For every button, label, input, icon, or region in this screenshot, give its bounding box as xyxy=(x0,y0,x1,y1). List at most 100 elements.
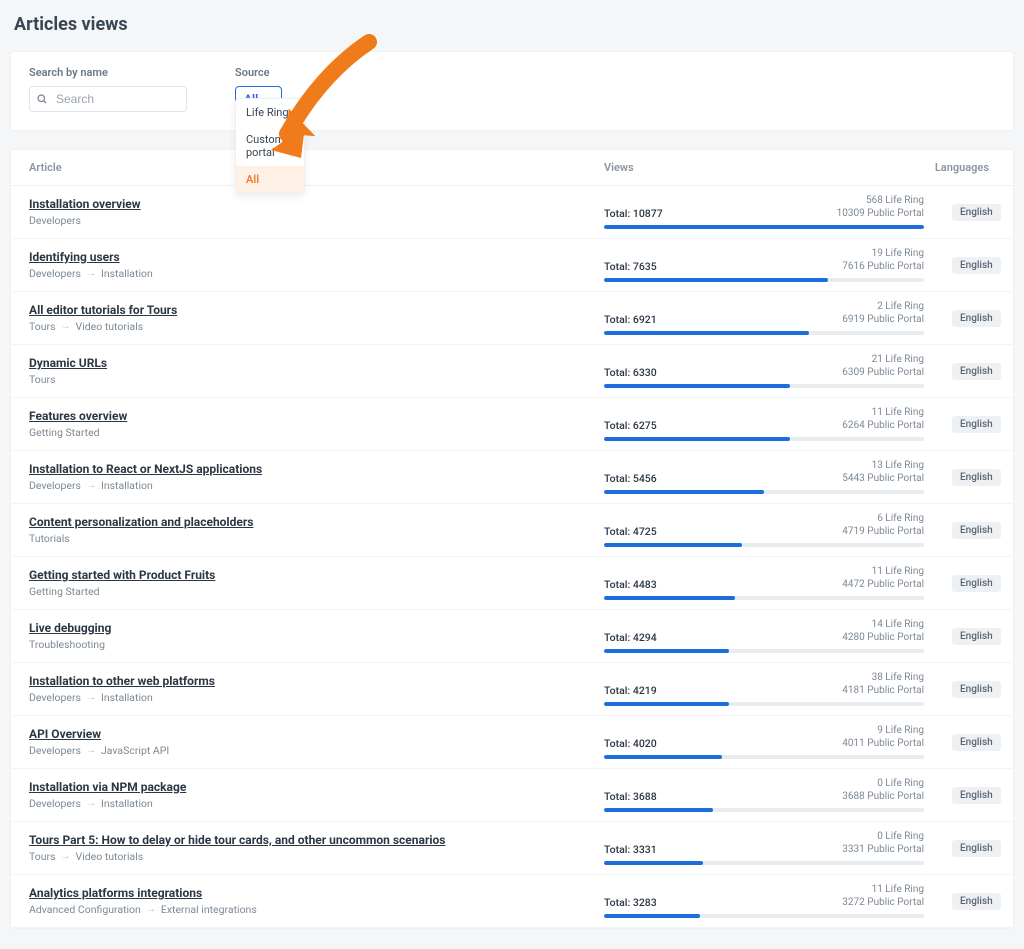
table-row: Installation overview Developers Total: 10… xyxy=(11,186,1013,239)
breadcrumb-segment: Installation xyxy=(101,267,153,280)
source-dropdown: Life Ring Customer portal All xyxy=(235,98,305,194)
chevron-right-icon: → xyxy=(86,692,96,703)
table-row: Analytics platforms integrationsAdvanced… xyxy=(11,875,1013,928)
language-cell: English xyxy=(924,734,1007,751)
language-tag[interactable]: English xyxy=(952,204,1001,221)
views-cell: Total: 6921 2 Life Ring6919 Public Portal xyxy=(604,301,924,335)
views-total: Total: 6330 xyxy=(604,366,657,379)
views-breakdown: 2 Life Ring6919 Public Portal xyxy=(842,301,924,326)
breadcrumb-segment: Developers xyxy=(29,267,81,280)
language-tag[interactable]: English xyxy=(952,575,1001,592)
language-tag[interactable]: English xyxy=(952,840,1001,857)
breadcrumb-segment: Developers xyxy=(29,214,81,227)
article-title-link[interactable]: All editor tutorials for Tours xyxy=(29,303,177,317)
views-total: Total: 3331 xyxy=(604,843,657,856)
table-row: Installation to React or NextJS applicat… xyxy=(11,451,1013,504)
language-cell: English xyxy=(924,416,1007,433)
views-breakdown: 11 Life Ring6264 Public Portal xyxy=(842,407,924,432)
language-tag[interactable]: English xyxy=(952,681,1001,698)
language-tag[interactable]: English xyxy=(952,734,1001,751)
chevron-right-icon: → xyxy=(86,268,96,279)
views-breakdown: 14 Life Ring4280 Public Portal xyxy=(842,619,924,644)
chevron-right-icon: → xyxy=(146,904,156,915)
article-title-link[interactable]: Installation overview xyxy=(29,197,141,211)
article-cell: Installation via NPM packageDevelopers→I… xyxy=(29,780,604,810)
breadcrumb-segment: External integrations xyxy=(161,903,257,916)
language-cell: English xyxy=(924,310,1007,327)
table-row: Tours Part 5: How to delay or hide tour … xyxy=(11,822,1013,875)
article-title-link[interactable]: Installation to other web platforms xyxy=(29,674,215,688)
language-tag[interactable]: English xyxy=(952,628,1001,645)
views-total: Total: 3283 xyxy=(604,896,657,909)
article-title-link[interactable]: Live debugging xyxy=(29,621,111,635)
breadcrumb-segment: Video tutorials xyxy=(76,850,144,863)
views-bar xyxy=(604,384,924,388)
breadcrumb-segment: Tours xyxy=(29,320,56,333)
breadcrumb: Tours→Video tutorials xyxy=(29,320,584,333)
language-cell: English xyxy=(924,893,1007,910)
views-breakdown: 568 Life Ring10309 Public Portal xyxy=(837,195,924,220)
language-cell: English xyxy=(924,787,1007,804)
breadcrumb: Developers→JavaScript API xyxy=(29,744,584,757)
views-bar xyxy=(604,755,924,759)
search-field: Search by name xyxy=(29,66,187,112)
views-bar xyxy=(604,649,924,653)
article-title-link[interactable]: Analytics platforms integrations xyxy=(29,886,202,900)
views-total: Total: 6921 xyxy=(604,313,657,326)
views-cell: Total: 763519 Life Ring7616 Public Porta… xyxy=(604,248,924,282)
article-title-link[interactable]: Features overview xyxy=(29,409,127,423)
article-title-link[interactable]: Dynamic URLs xyxy=(29,356,107,370)
search-icon xyxy=(36,93,48,105)
views-cell: Total: 40209 Life Ring4011 Public Portal xyxy=(604,725,924,759)
views-breakdown: 21 Life Ring6309 Public Portal xyxy=(842,354,924,379)
table-row: Installation to other web platformsDevel… xyxy=(11,663,1013,716)
views-total: Total: 4294 xyxy=(604,631,657,644)
views-cell: Total: 6275 11 Life Ring6264 Public Porta… xyxy=(604,407,924,441)
source-option-life-ring[interactable]: Life Ring xyxy=(236,99,304,126)
views-total: Total: 10877 xyxy=(604,207,663,220)
article-title-link[interactable]: Installation to React or NextJS applicat… xyxy=(29,462,262,476)
article-title-link[interactable]: Tours Part 5: How to delay or hide tour … xyxy=(29,833,445,847)
language-tag[interactable]: English xyxy=(952,416,1001,433)
article-title-link[interactable]: Identifying users xyxy=(29,250,120,264)
language-tag[interactable]: English xyxy=(952,522,1001,539)
source-option-customer-portal[interactable]: Customer portal xyxy=(236,126,304,166)
views-total: Total: 6275 xyxy=(604,419,657,432)
article-cell: Live debugging Troubleshooting xyxy=(29,621,604,651)
article-title-link[interactable]: API Overview xyxy=(29,727,101,741)
language-tag[interactable]: English xyxy=(952,363,1001,380)
language-tag[interactable]: English xyxy=(952,257,1001,274)
breadcrumb: Getting Started xyxy=(29,585,584,598)
views-cell: Total: 4219 38 Life Ring4181 Public Porta… xyxy=(604,672,924,706)
views-cell: Total: 6330 21 Life Ring6309 Public Porta… xyxy=(604,354,924,388)
language-tag[interactable]: English xyxy=(952,787,1001,804)
views-breakdown: 6 Life Ring4719 Public Portal xyxy=(842,513,924,538)
article-title-link[interactable]: Installation via NPM package xyxy=(29,780,186,794)
page-title: Articles views xyxy=(14,14,1010,35)
language-tag[interactable]: English xyxy=(952,310,1001,327)
views-total: Total: 4020 xyxy=(604,737,657,750)
breadcrumb: Troubleshooting xyxy=(29,638,584,651)
article-cell: Installation to React or NextJS applicat… xyxy=(29,462,604,492)
views-cell: Total: 10877 568 Life Ring10309 Public Po… xyxy=(604,195,924,229)
article-cell: Installation to other web platformsDevel… xyxy=(29,674,604,704)
views-breakdown: 38 Life Ring4181 Public Portal xyxy=(842,672,924,697)
chevron-right-icon: → xyxy=(86,745,96,756)
views-total: Total: 4219 xyxy=(604,684,657,697)
table-row: Features overviewGetting StartedTotal: 6… xyxy=(11,398,1013,451)
search-input[interactable] xyxy=(29,86,187,112)
views-bar xyxy=(604,808,924,812)
article-title-link[interactable]: Getting started with Product Fruits xyxy=(29,568,215,582)
article-title-link[interactable]: Content personalization and placeholders xyxy=(29,515,253,529)
table-row: Dynamic URLsToursTotal: 633021 Life Ring… xyxy=(11,345,1013,398)
chevron-right-icon: → xyxy=(86,798,96,809)
language-tag[interactable]: English xyxy=(952,469,1001,486)
table-row: All editor tutorials for Tours Tours→Vide… xyxy=(11,292,1013,345)
views-cell: Total: 4294 14 Life Ring4280 Public Porta… xyxy=(604,619,924,653)
language-cell: English xyxy=(924,469,1007,486)
views-breakdown: 0 Life Ring3331 Public Portal xyxy=(842,831,924,856)
language-tag[interactable]: English xyxy=(952,893,1001,910)
source-option-all[interactable]: All xyxy=(236,166,304,193)
language-cell: English xyxy=(924,204,1007,221)
breadcrumb: Developers→Installation xyxy=(29,479,584,492)
